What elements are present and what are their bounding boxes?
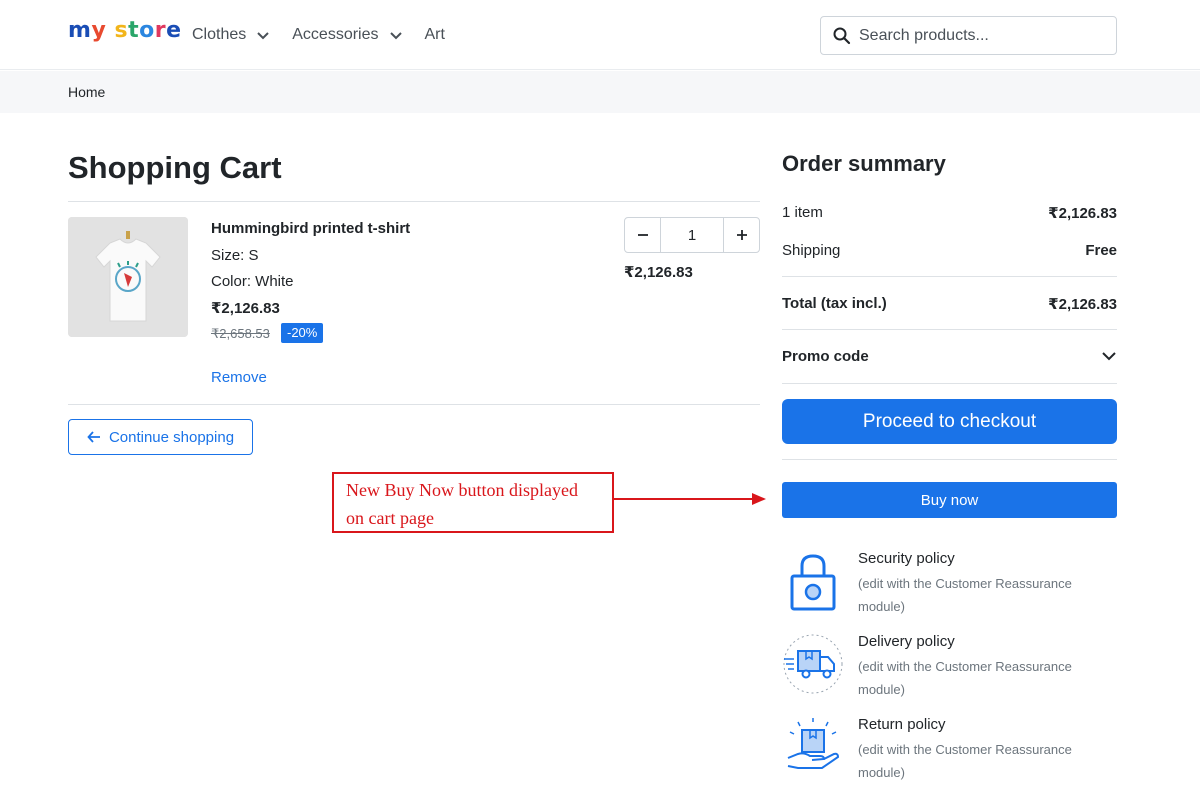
search-input[interactable] <box>859 26 1099 45</box>
line-total: ₹2,126.83 <box>624 264 693 281</box>
quantity-input[interactable]: 1 <box>660 218 724 252</box>
continue-shopping-button[interactable]: Continue shopping <box>68 419 253 455</box>
product-old-price: ₹2,658.53 <box>211 326 270 341</box>
logo-letter: o <box>139 18 155 43</box>
proceed-to-checkout-button[interactable]: Proceed to checkout <box>782 399 1117 444</box>
lock-icon <box>790 554 836 611</box>
nav-item-clothes[interactable]: Clothes <box>192 26 270 44</box>
logo-letter: t <box>128 18 140 43</box>
delivery-truck-icon <box>783 634 843 694</box>
annotation-box: New Buy Now button displayed on cart pag… <box>332 472 614 533</box>
reassurance-desc: (edit with the Customer Reassurance modu… <box>858 659 1072 697</box>
increase-button[interactable] <box>724 218 759 252</box>
breadcrumb: Home <box>0 71 1200 113</box>
chevron-down-icon <box>1102 352 1116 361</box>
divider <box>68 404 760 405</box>
items-label: 1 item <box>782 204 823 221</box>
breadcrumb-home[interactable]: Home <box>68 84 105 100</box>
store-logo[interactable]: my store <box>68 18 182 43</box>
divider <box>782 383 1117 384</box>
summary-shipping-row: Shipping Free <box>782 242 1117 259</box>
logo-letter: r <box>154 18 167 43</box>
search-box <box>820 16 1117 55</box>
reassurance-title: Security policy <box>858 550 955 567</box>
buy-now-button[interactable]: Buy now <box>782 482 1117 518</box>
main-nav: Clothes Accessories Art <box>192 26 467 44</box>
divider <box>68 201 760 202</box>
nav-label: Clothes <box>192 26 247 43</box>
product-size: Size: S <box>211 247 259 264</box>
product-image[interactable] <box>68 217 188 337</box>
divider <box>782 329 1117 330</box>
chevron-down-icon <box>389 32 402 40</box>
total-value: ₹2,126.83 <box>1048 296 1117 313</box>
search-icon[interactable] <box>833 27 851 45</box>
reassurance-delivery: Delivery policy (edit with the Customer … <box>782 633 1122 703</box>
total-label: Total (tax incl.) <box>782 295 887 312</box>
reassurance-desc: (edit with the Customer Reassurance modu… <box>858 742 1072 780</box>
logo-letter: s <box>114 18 129 43</box>
site-header: my store Clothes Accessories Art <box>0 0 1200 70</box>
annotation-arrow <box>614 493 766 505</box>
shipping-value: Free <box>1085 242 1117 259</box>
remove-link[interactable]: Remove <box>211 369 267 386</box>
order-summary-title: Order summary <box>782 151 946 176</box>
product-name[interactable]: Hummingbird printed t-shirt <box>211 220 410 237</box>
chevron-down-icon <box>257 32 269 40</box>
reassurance-return: Return policy (edit with the Customer Re… <box>782 716 1122 786</box>
continue-label: Continue shopping <box>108 428 235 446</box>
reassurance-title: Return policy <box>858 716 946 733</box>
plus-icon <box>736 230 747 240</box>
product-price: ₹2,126.83 <box>211 300 280 317</box>
nav-item-accessories[interactable]: Accessories <box>292 26 402 44</box>
promo-label: Promo code <box>782 348 869 365</box>
product-color: Color: White <box>211 273 294 290</box>
nav-label: Art <box>424 26 445 43</box>
divider <box>782 276 1117 277</box>
items-value: ₹2,126.83 <box>1048 205 1117 222</box>
logo-letter: e <box>166 18 182 43</box>
annotation-text: New Buy Now button displayed <box>346 480 578 500</box>
logo-letter: m <box>68 18 92 43</box>
discount-badge: -20% <box>281 323 324 343</box>
minus-icon <box>637 234 648 236</box>
logo-letter: y <box>91 18 107 43</box>
annotation-text: on cart page <box>346 508 434 528</box>
shipping-label: Shipping <box>782 242 841 259</box>
reassurance-desc: (edit with the Customer Reassurance modu… <box>858 576 1072 614</box>
divider <box>782 459 1117 460</box>
reassurance-security: Security policy (edit with the Customer … <box>782 550 1122 620</box>
arrow-left-icon <box>87 431 100 443</box>
summary-total-row: Total (tax incl.) ₹2,126.83 <box>782 295 1117 313</box>
nav-label: Accessories <box>292 26 379 43</box>
tshirt-image <box>68 217 188 337</box>
quantity-stepper: 1 <box>624 217 760 253</box>
nav-item-art[interactable]: Art <box>425 26 445 44</box>
summary-items-row: 1 item ₹2,126.83 <box>782 204 1117 222</box>
return-package-icon <box>787 718 840 769</box>
page-title: Shopping Cart <box>68 150 282 185</box>
decrease-button[interactable] <box>625 218 660 252</box>
reassurance-title: Delivery policy <box>858 633 955 650</box>
promo-code-toggle[interactable]: Promo code <box>782 348 1117 365</box>
